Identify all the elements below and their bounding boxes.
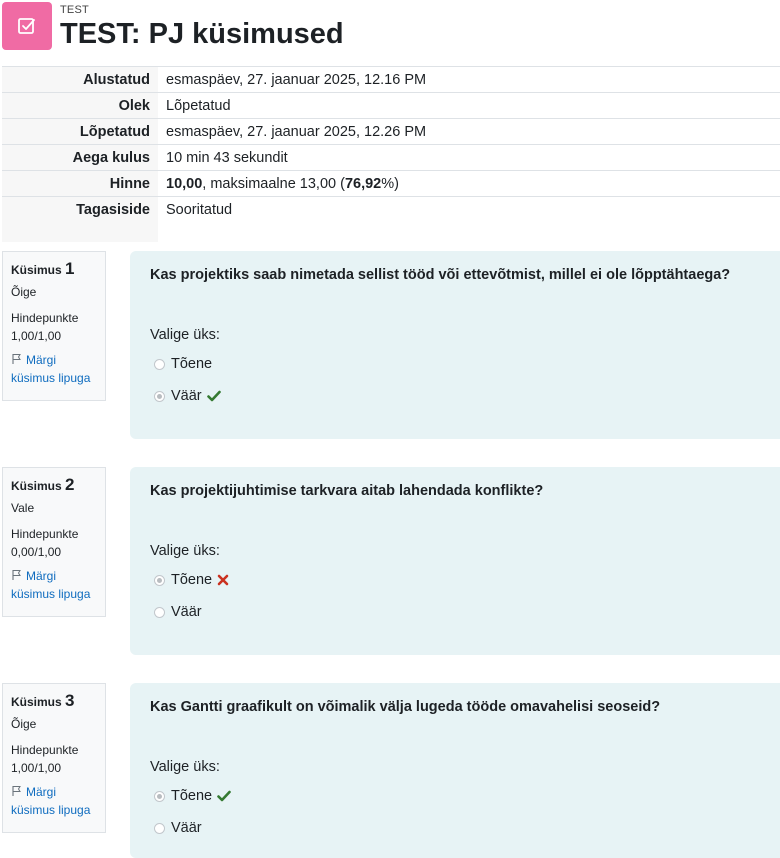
grade-percent: 76,92 (344, 175, 382, 192)
question-text: Kas projektiks saab nimetada sellist töö… (150, 267, 731, 283)
question-text: Kas Gantti graafikult on võimalik välja … (150, 699, 661, 715)
question-info-1: Küsimus 1 Õige Hindepunkte 1,00/1,00 Mär… (2, 251, 106, 401)
flag-icon (12, 570, 21, 580)
question-grade: 1,00/1,00 (11, 761, 62, 775)
summary-value: esmaspäev, 27. jaanuar 2025, 12.16 PM (158, 66, 780, 93)
question-number: Küsimus 1 (11, 259, 75, 278)
summary-value: esmaspäev, 27. jaanuar 2025, 12.26 PM (158, 118, 780, 145)
question-content-3: Kas Gantti graafikult on võimalik välja … (130, 683, 780, 858)
grade-end: %) (381, 175, 399, 192)
summary-label: Alustatud (2, 66, 158, 93)
answer-label: Väär (171, 604, 202, 620)
flag-question-link[interactable]: Märgi küsimus lipuga (11, 567, 97, 603)
summary-label: Hinne (2, 170, 158, 197)
question-grade: 0,00/1,00 (11, 545, 62, 559)
quiz-checkbox-icon (2, 2, 52, 50)
page-header: TEST TEST: PJ küsimused (2, 2, 762, 62)
answer-radio[interactable] (154, 574, 165, 586)
flag-question-link[interactable]: Märgi küsimus lipuga (11, 783, 97, 819)
answer-radio[interactable] (154, 390, 165, 402)
grade-label: Hindepunkte (11, 311, 79, 325)
answer-label: Väär (171, 388, 202, 404)
question-state: Õige (11, 285, 37, 299)
summary-row-grade: Hinne 10,00, maksimaalne 13,00 (76,92%) (2, 170, 780, 197)
grade-label: Hindepunkte (11, 527, 79, 541)
question-content-1: Kas projektiks saab nimetada sellist töö… (130, 251, 780, 439)
attempt-summary-table: Alustatud esmaspäev, 27. jaanuar 2025, 1… (2, 66, 780, 242)
grade-label: Hindepunkte (11, 743, 79, 757)
answer-radio[interactable] (154, 790, 165, 802)
answer-prompt: Valige üks: (150, 543, 220, 559)
correct-check-icon (217, 790, 231, 802)
flag-question-link[interactable]: Märgi küsimus lipuga (11, 351, 97, 387)
summary-row-started: Alustatud esmaspäev, 27. jaanuar 2025, 1… (2, 66, 780, 93)
answer-label: Tõene (171, 572, 213, 588)
activity-type-label: TEST (60, 4, 89, 16)
question-grade: 1,00/1,00 (11, 329, 62, 343)
answer-option-true[interactable]: Tõene (150, 353, 770, 375)
summary-label: Olek (2, 92, 158, 119)
summary-label: Lõpetatud (2, 118, 158, 145)
summary-label: Aega kulus (2, 144, 158, 171)
question-text: Kas projektijuhtimise tarkvara aitab lah… (150, 483, 544, 499)
answer-option-true[interactable]: Tõene (150, 785, 770, 807)
answer-option-false[interactable]: Väär (150, 385, 770, 407)
question-info-2: Küsimus 2 Vale Hindepunkte 0,00/1,00 Mär… (2, 467, 106, 617)
answer-label: Väär (171, 820, 202, 836)
flag-icon (12, 786, 21, 796)
answer-label: Tõene (171, 788, 213, 804)
answer-radio[interactable] (154, 358, 165, 370)
summary-value: 10 min 43 sekundit (158, 144, 780, 171)
question-state: Õige (11, 717, 37, 731)
question-number: Küsimus 2 (11, 475, 75, 494)
page-title: TEST: PJ küsimused (60, 18, 344, 50)
summary-value: 10,00, maksimaalne 13,00 (76,92%) (158, 170, 780, 197)
summary-row-completed: Lõpetatud esmaspäev, 27. jaanuar 2025, 1… (2, 118, 780, 145)
answer-option-true[interactable]: Tõene (150, 569, 770, 591)
incorrect-cross-icon (217, 574, 229, 586)
answer-prompt: Valige üks: (150, 327, 220, 343)
summary-row-feedback: Tagasiside Sooritatud (2, 196, 780, 242)
answer-option-false[interactable]: Väär (150, 601, 770, 623)
grade-max: , maksimaalne 13,00 ( (202, 175, 345, 192)
answer-label: Tõene (171, 356, 213, 372)
question-number: Küsimus 3 (11, 691, 75, 710)
answer-option-false[interactable]: Väär (150, 817, 770, 839)
summary-value: Sooritatud (158, 196, 780, 242)
question-state: Vale (11, 501, 35, 515)
summary-value: Lõpetatud (158, 92, 780, 119)
summary-row-state: Olek Lõpetatud (2, 92, 780, 119)
grade-value: 10,00 (166, 175, 203, 192)
summary-row-duration: Aega kulus 10 min 43 sekundit (2, 144, 780, 171)
answer-prompt: Valige üks: (150, 759, 220, 775)
correct-check-icon (206, 390, 221, 402)
answer-radio[interactable] (154, 822, 165, 834)
question-info-3: Küsimus 3 Õige Hindepunkte 1,00/1,00 Mär… (2, 683, 106, 833)
answer-radio[interactable] (154, 606, 165, 618)
flag-icon (12, 354, 21, 364)
summary-label: Tagasiside (2, 196, 158, 242)
question-content-2: Kas projektijuhtimise tarkvara aitab lah… (130, 467, 780, 655)
